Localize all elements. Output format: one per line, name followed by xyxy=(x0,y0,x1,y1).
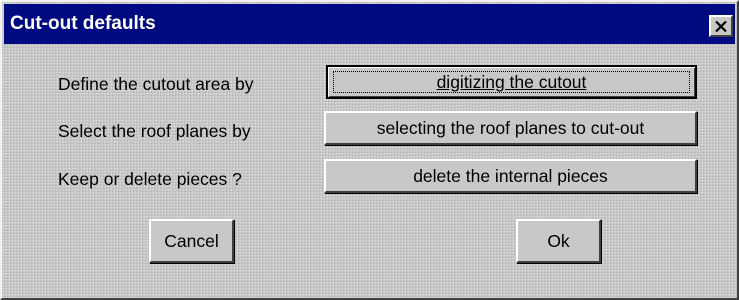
keep-delete-label: Keep or delete pieces ? xyxy=(58,169,242,189)
delete-pieces-button-label: delete the internal pieces xyxy=(413,165,608,186)
ok-button-label: Ok xyxy=(547,230,570,251)
select-roof-planes-button[interactable]: selecting the roof planes to cut-out xyxy=(324,111,697,145)
title-bar[interactable]: Cut-out defaults xyxy=(4,4,735,44)
digitize-cutout-button-label: digitizing the cutout xyxy=(436,71,587,92)
ok-button[interactable]: Ok xyxy=(516,219,601,263)
select-roof-planes-button-label: selecting the roof planes to cut-out xyxy=(376,117,645,138)
delete-pieces-button[interactable]: delete the internal pieces xyxy=(324,159,697,193)
roof-planes-label: Select the roof planes by xyxy=(58,121,251,141)
digitize-cutout-button[interactable]: digitizing the cutout xyxy=(326,65,697,99)
cutout-area-label: Define the cutout area by xyxy=(58,74,254,94)
cancel-button[interactable]: Cancel xyxy=(149,219,234,263)
cancel-button-label: Cancel xyxy=(164,230,219,251)
close-button[interactable] xyxy=(709,15,733,37)
close-icon xyxy=(715,20,727,32)
window-title: Cut-out defaults xyxy=(10,13,156,34)
cutout-defaults-dialog: Cut-out defaults Define the cutout area … xyxy=(0,0,739,300)
